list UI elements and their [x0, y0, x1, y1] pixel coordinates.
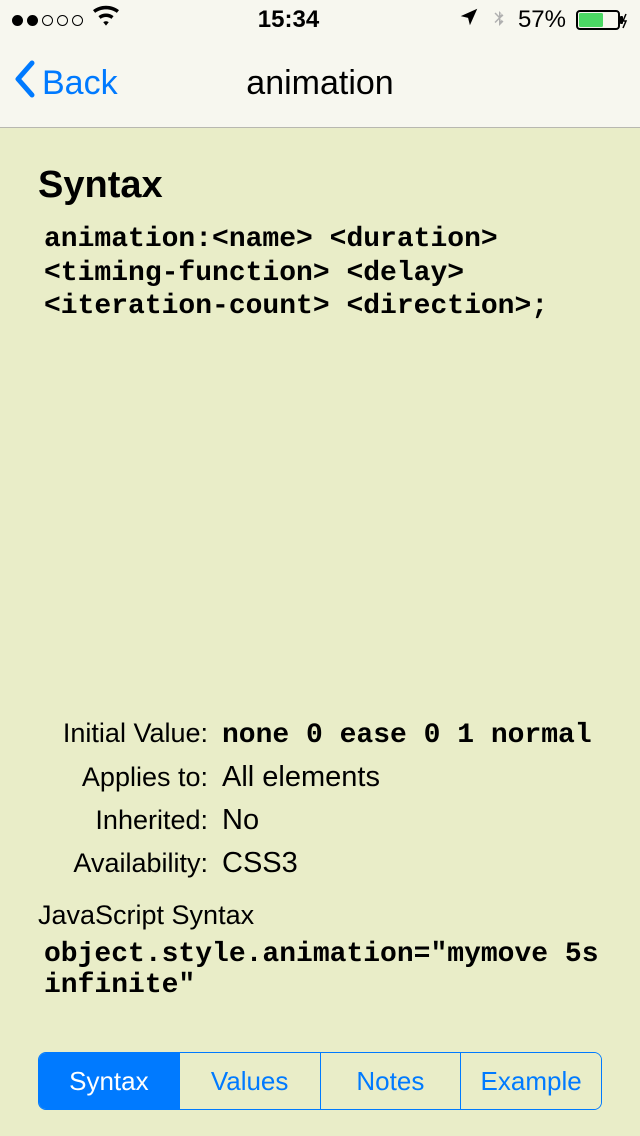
js-syntax-code: object.style.animation="mymove 5s infini… [38, 939, 602, 1001]
property-row: Availability: CSS3 [38, 847, 602, 880]
syntax-code: animation:<name> <duration> <timing-func… [38, 223, 602, 324]
status-bar: 15:34 57% [0, 0, 640, 40]
tab-notes[interactable]: Notes [321, 1053, 462, 1109]
syntax-heading: Syntax [38, 164, 602, 207]
js-syntax-label: JavaScript Syntax [38, 900, 602, 931]
property-label: Inherited: [38, 805, 222, 836]
property-row: Initial Value: none 0 ease 0 1 normal [38, 718, 602, 751]
property-value: CSS3 [222, 847, 298, 880]
property-value: All elements [222, 761, 380, 794]
property-label: Applies to: [38, 762, 222, 793]
back-button[interactable]: Back [0, 59, 118, 108]
wifi-icon [93, 4, 119, 37]
bluetooth-icon [490, 5, 508, 36]
tab-example[interactable]: Example [461, 1053, 601, 1109]
property-row: Applies to: All elements [38, 761, 602, 794]
status-time: 15:34 [258, 6, 319, 34]
navigation-bar: Back animation [0, 40, 640, 128]
status-right: 57% [458, 5, 628, 36]
property-value: No [222, 804, 259, 837]
battery-icon [576, 8, 628, 32]
tab-syntax[interactable]: Syntax [39, 1053, 180, 1109]
property-row: Inherited: No [38, 804, 602, 837]
chevron-left-icon [12, 59, 36, 108]
content-area: Syntax animation:<name> <duration> <timi… [0, 128, 640, 1136]
back-label: Back [42, 64, 118, 103]
property-label: Initial Value: [38, 718, 222, 749]
property-label: Availability: [38, 848, 222, 879]
signal-strength-icon [12, 15, 83, 26]
battery-percentage: 57% [518, 6, 566, 34]
property-value: none 0 ease 0 1 normal [222, 720, 592, 751]
segmented-control: Syntax Values Notes Example [38, 1052, 602, 1110]
location-icon [458, 6, 480, 35]
status-left [12, 4, 119, 37]
tab-values[interactable]: Values [180, 1053, 321, 1109]
properties-table: Initial Value: none 0 ease 0 1 normal Ap… [38, 718, 602, 1001]
